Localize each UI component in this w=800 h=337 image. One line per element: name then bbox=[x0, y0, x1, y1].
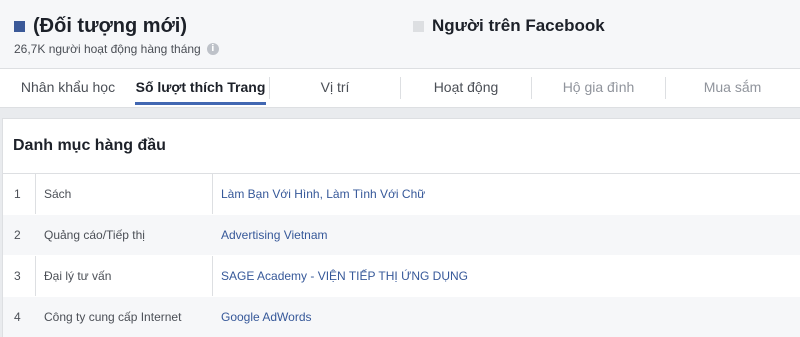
tab-household[interactable]: Hộ gia đình bbox=[532, 69, 665, 107]
row-category: Đại lý tư vấn bbox=[44, 269, 112, 283]
table-row: 3 Đại lý tư vấn SAGE Academy - VIỆN TIẾP… bbox=[3, 256, 800, 297]
row-rank: 2 bbox=[14, 228, 21, 242]
audience-comparison-header: (Đối tượng mới) 26,7K người hoạt động hà… bbox=[0, 0, 800, 68]
facebook-audience-title: Người trên Facebook bbox=[432, 16, 605, 35]
row-page-link[interactable]: SAGE Academy - VIỆN TIẾP THỊ ỨNG DỤNG bbox=[221, 256, 468, 296]
top-categories-title: Danh mục hàng đầu bbox=[3, 119, 800, 174]
new-audience-title: (Đối tượng mới) bbox=[33, 14, 188, 37]
new-audience-subtitle-row: 26,7K người hoạt động hàng tháng i bbox=[14, 41, 219, 57]
tab-demographics[interactable]: Nhân khẩu học bbox=[20, 69, 116, 107]
row-page-link[interactable]: Advertising Vietnam bbox=[221, 215, 328, 255]
tab-activity[interactable]: Hoạt động bbox=[401, 69, 531, 107]
row-category: Công ty cung cấp Internet bbox=[44, 310, 182, 324]
new-audience-color-swatch bbox=[14, 20, 25, 32]
tab-page-likes[interactable]: Số lượt thích Trang bbox=[135, 69, 266, 107]
row-rank: 1 bbox=[14, 187, 21, 201]
tab-purchase[interactable]: Mua sắm bbox=[666, 69, 799, 107]
new-audience: (Đối tượng mới) 26,7K người hoạt động hà… bbox=[14, 14, 219, 57]
row-page-link[interactable]: Làm Bạn Với Hình, Làm Tình Với Chữ bbox=[221, 174, 425, 214]
monthly-active-count: 26,7K người hoạt động hàng tháng bbox=[14, 42, 201, 56]
tab-location[interactable]: Vị trí bbox=[270, 69, 400, 107]
row-category: Sách bbox=[44, 187, 72, 201]
table-row: 2 Quảng cáo/Tiếp thị Advertising Vietnam bbox=[3, 215, 800, 256]
facebook-audience: Người trên Facebook bbox=[413, 14, 605, 38]
insights-tab-bar: Nhân khẩu học Số lượt thích Trang Vị trí… bbox=[0, 68, 800, 108]
table-row: 1 Sách Làm Bạn Với Hình, Làm Tình Với Ch… bbox=[3, 174, 800, 215]
row-category: Quảng cáo/Tiếp thị bbox=[44, 228, 145, 242]
facebook-audience-color-swatch bbox=[413, 20, 424, 32]
info-icon[interactable]: i bbox=[206, 43, 219, 55]
new-audience-title-row: (Đối tượng mới) bbox=[14, 14, 219, 38]
row-page-link[interactable]: Google AdWords bbox=[221, 297, 312, 337]
row-rank: 4 bbox=[14, 310, 21, 324]
row-rank: 3 bbox=[14, 269, 21, 283]
table-row: 4 Công ty cung cấp Internet Google AdWor… bbox=[3, 297, 800, 337]
top-categories-panel: Danh mục hàng đầu 1 Sách Làm Bạn Với Hìn… bbox=[2, 118, 800, 337]
